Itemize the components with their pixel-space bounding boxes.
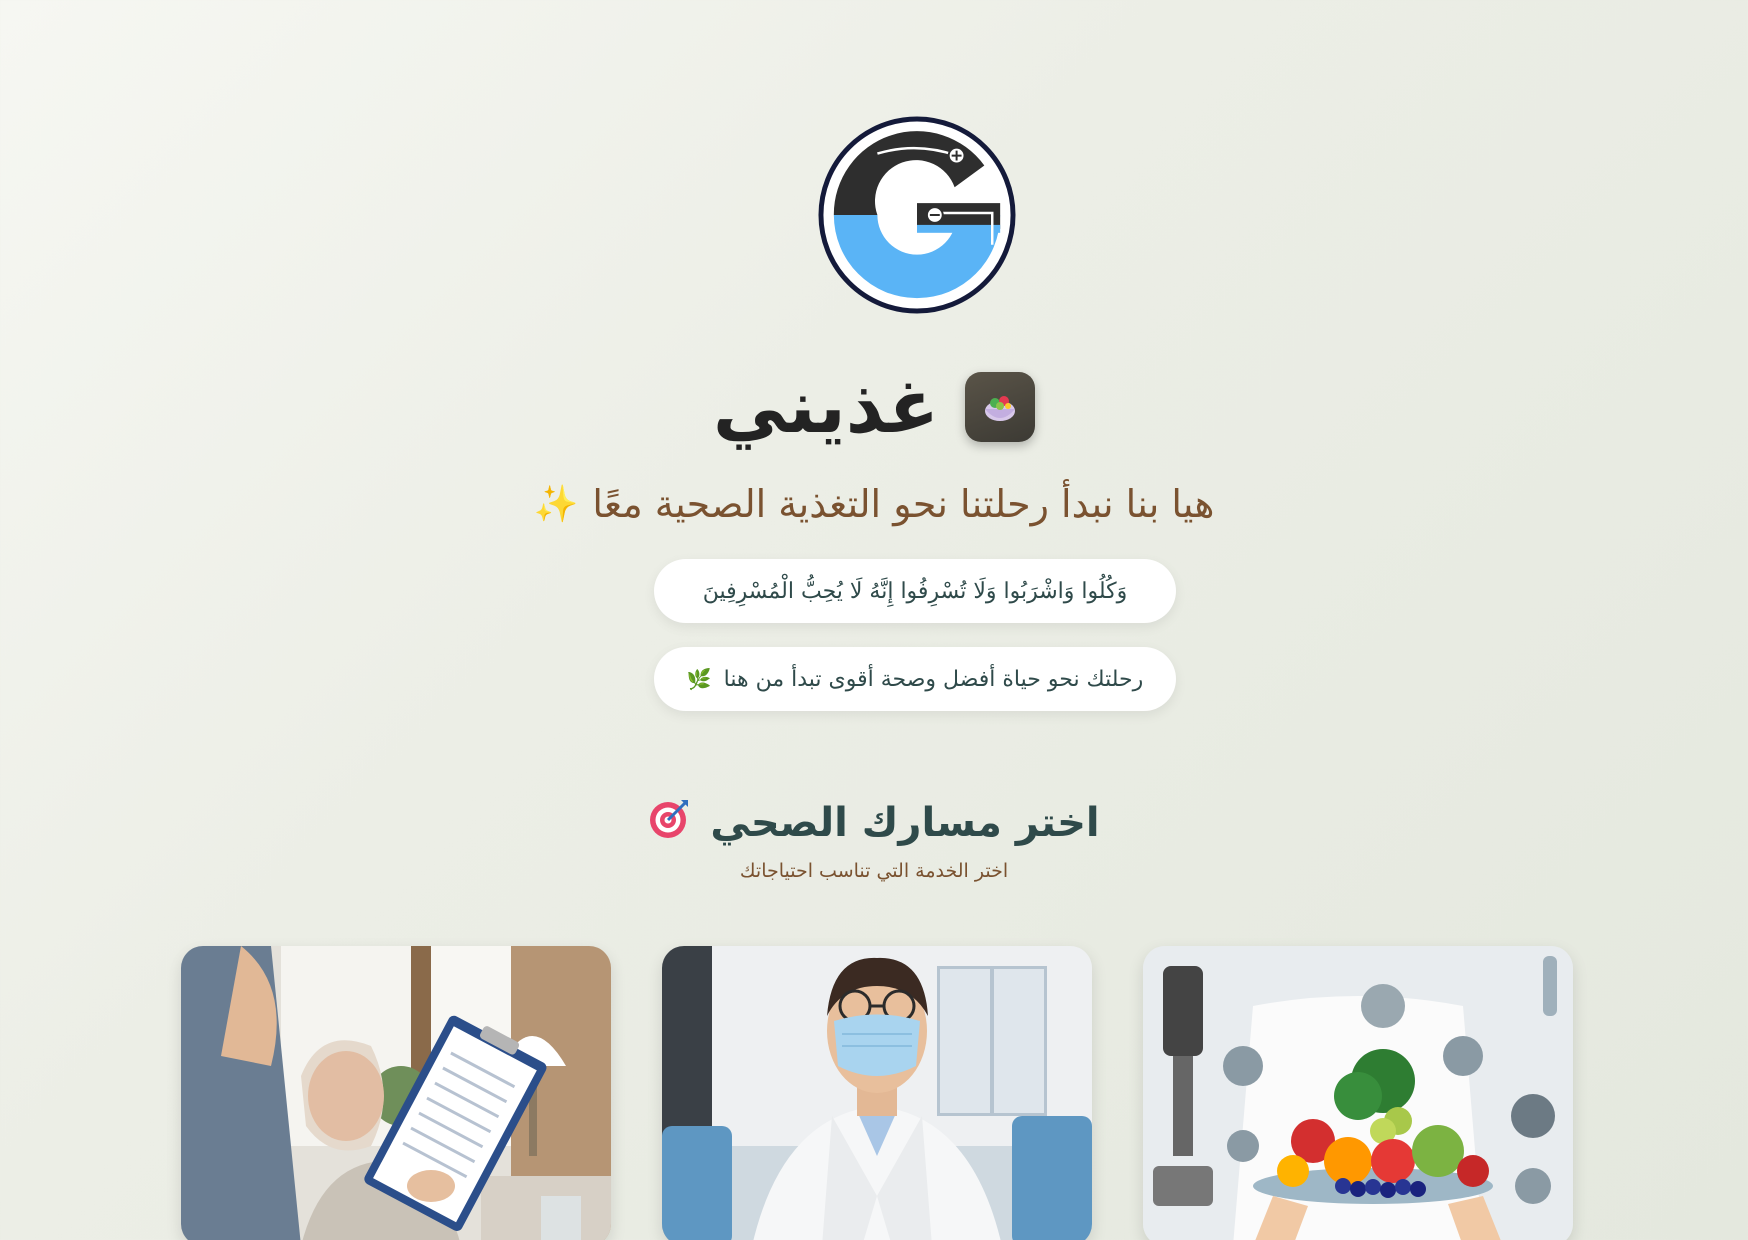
section-title-text: اختر مسارك الصحي [710, 800, 1100, 846]
g-battery-logo-icon [818, 116, 1016, 314]
landing-page: غذيني هيا بنا نبدأ رحلتنا نحو التغذية ال… [0, 0, 1748, 1240]
journey-pill: رحلتك نحو حياة أفضل وصحة أقوى تبدأ من هن… [654, 647, 1176, 711]
brand-name: غذيني [712, 364, 940, 450]
target-icon [648, 796, 692, 850]
service-card-nutrition-lab[interactable] [1143, 946, 1573, 1240]
masked-doctor-portrait-photo [662, 946, 1092, 1240]
section-subtitle: اختر الخدمة التي تناسب احتياجاتك [739, 860, 1009, 882]
verse-pill: وَكُلُوا وَاشْرَبُوا وَلَا تُسْرِفُوا إِ… [654, 559, 1176, 623]
service-card-consultation[interactable] [662, 946, 1092, 1240]
service-cards [0, 946, 1748, 1240]
tagline: هيا بنا نبدأ رحلتنا نحو التغذية الصحية م… [0, 482, 1748, 526]
caregiver-with-elderly-clipboard-photo [181, 946, 611, 1240]
sparkles-icon: ✨ [533, 484, 579, 525]
journey-text: رحلتك نحو حياة أفضل وصحة أقوى تبدأ من هن… [723, 666, 1144, 692]
brand-header: غذيني [0, 362, 1748, 452]
salad-bowl-icon [965, 372, 1036, 442]
lab-fruit-platter-photo [1143, 946, 1573, 1240]
section-title: اختر مسارك الصحي [0, 796, 1748, 850]
verse-text: وَكُلُوا وَاشْرَبُوا وَلَا تُسْرِفُوا إِ… [702, 578, 1128, 604]
herb-icon: 🌿 [686, 667, 712, 691]
service-card-elderly-care[interactable] [181, 946, 611, 1240]
tagline-text: هيا بنا نبدأ رحلتنا نحو التغذية الصحية م… [592, 482, 1215, 526]
